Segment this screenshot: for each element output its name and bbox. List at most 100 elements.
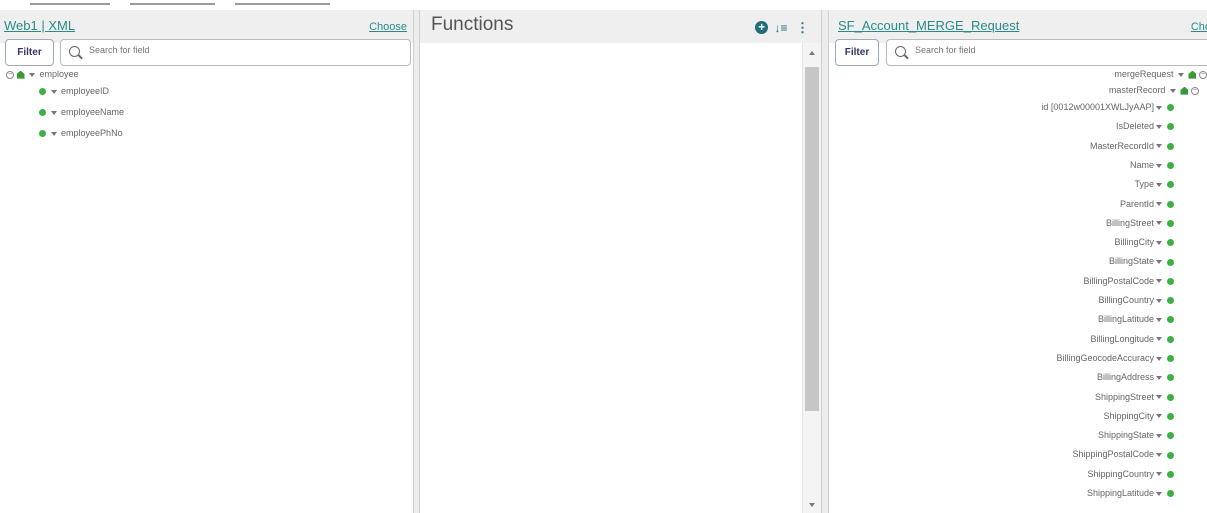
scroll-up-icon[interactable] bbox=[809, 51, 815, 55]
chevron-down-icon[interactable] bbox=[1156, 124, 1162, 129]
tree-node-label: ParentId bbox=[1119, 198, 1154, 209]
collapse-icon[interactable]: − bbox=[1199, 70, 1207, 79]
chevron-down-icon[interactable] bbox=[1156, 491, 1162, 496]
field-node-icon bbox=[39, 109, 46, 117]
tree-node-label: employee bbox=[39, 69, 79, 79]
tree-node-masterrecord[interactable]: masterRecord − bbox=[1109, 84, 1199, 97]
tree-node-field[interactable]: ShippingCountry bbox=[1087, 468, 1174, 481]
chevron-down-icon[interactable] bbox=[1177, 72, 1184, 77]
collapse-icon[interactable]: − bbox=[6, 70, 14, 79]
filter-button[interactable]: Filter bbox=[835, 39, 879, 66]
field-node-icon bbox=[39, 130, 46, 138]
search-icon bbox=[895, 46, 906, 57]
source-filter-row: Filter bbox=[5, 39, 411, 67]
tree-node-label: MasterRecordId bbox=[1089, 140, 1154, 151]
tree-node-employeephno[interactable]: employeePhNo bbox=[39, 127, 123, 140]
tree-node-field[interactable]: ParentId bbox=[1120, 198, 1174, 211]
field-node-icon bbox=[1167, 374, 1174, 382]
tree-node-label: BillingPostalCode bbox=[1083, 275, 1154, 286]
tree-node-field[interactable]: MasterRecordId bbox=[1090, 140, 1174, 153]
tab-indicator[interactable] bbox=[235, 3, 330, 5]
chevron-down-icon[interactable] bbox=[1156, 182, 1162, 187]
tree-node-field[interactable]: BillingPostalCode bbox=[1083, 275, 1174, 288]
chevron-down-icon[interactable] bbox=[1156, 472, 1162, 477]
tree-node-label: ShippingStreet bbox=[1094, 391, 1154, 402]
tree-node-field[interactable]: ShippingPostalCode bbox=[1072, 448, 1174, 461]
chevron-down-icon[interactable] bbox=[1156, 202, 1162, 207]
tree-node-label: BillingCity bbox=[1114, 237, 1154, 248]
search-input[interactable] bbox=[89, 45, 339, 55]
tree-node-field[interactable]: Name bbox=[1130, 159, 1174, 172]
group-node-icon bbox=[16, 70, 25, 79]
search-input[interactable] bbox=[915, 45, 1165, 55]
choose-source-link[interactable]: Choose bbox=[369, 21, 407, 33]
tree-node-field[interactable]: Type bbox=[1134, 178, 1174, 191]
filter-button[interactable]: Filter bbox=[5, 39, 54, 66]
chevron-down-icon[interactable] bbox=[1156, 433, 1162, 438]
target-search-box[interactable] bbox=[886, 39, 1207, 66]
scroll-down-icon[interactable] bbox=[809, 503, 815, 507]
tree-node-employeeid[interactable]: employeeID bbox=[39, 85, 109, 98]
tree-node-field[interactable]: BillingStreet bbox=[1106, 217, 1174, 230]
tree-node-mergerequest[interactable]: mergeRequest − bbox=[1114, 68, 1207, 81]
source-search-box[interactable] bbox=[60, 39, 411, 66]
chevron-down-icon[interactable] bbox=[29, 72, 36, 77]
tree-node-field[interactable]: id [0012w00001XWLJyAAP] bbox=[1041, 101, 1174, 114]
sort-icon[interactable]: ↓≡ bbox=[775, 21, 788, 35]
tree-node-field[interactable]: BillingCountry bbox=[1098, 294, 1174, 307]
chevron-down-icon[interactable] bbox=[1156, 105, 1162, 110]
tree-node-field[interactable]: ShippingStreet bbox=[1095, 391, 1174, 404]
scrollbar-thumb[interactable] bbox=[805, 67, 819, 411]
choose-target-link[interactable]: Cho bbox=[1191, 21, 1207, 33]
tree-node-label: BillingLatitude bbox=[1097, 314, 1154, 325]
chevron-down-icon[interactable] bbox=[1156, 395, 1162, 400]
tree-node-field[interactable]: ShippingCity bbox=[1103, 410, 1174, 423]
chevron-down-icon[interactable] bbox=[50, 131, 57, 136]
chevron-down-icon[interactable] bbox=[50, 110, 57, 115]
field-node-icon bbox=[1167, 451, 1174, 459]
tree-node-field[interactable]: BillingAddress bbox=[1097, 371, 1174, 384]
target-title-link[interactable]: SF_Account_MERGE_Request bbox=[838, 18, 1019, 33]
chevron-down-icon[interactable] bbox=[1156, 414, 1162, 419]
tree-node-label: employeeName bbox=[61, 107, 125, 117]
chevron-down-icon[interactable] bbox=[1156, 240, 1162, 245]
chevron-down-icon[interactable] bbox=[1156, 317, 1162, 322]
tree-node-field[interactable]: BillingGeocodeAccuracy bbox=[1056, 352, 1174, 365]
tree-node-label: BillingLongitude bbox=[1090, 333, 1154, 344]
kebab-menu-icon[interactable]: ⋮ bbox=[796, 20, 809, 36]
plus-circle-icon[interactable]: + bbox=[755, 21, 769, 35]
tree-node-label: ShippingPostalCode bbox=[1072, 449, 1154, 460]
tab-indicator[interactable] bbox=[130, 3, 215, 5]
chevron-down-icon[interactable] bbox=[1156, 163, 1162, 168]
tree-node-field[interactable]: BillingLatitude bbox=[1098, 313, 1174, 326]
chevron-down-icon[interactable] bbox=[1156, 356, 1162, 361]
chevron-down-icon[interactable] bbox=[1156, 298, 1162, 303]
tab-indicator[interactable] bbox=[30, 3, 110, 5]
chevron-down-icon[interactable] bbox=[1169, 88, 1176, 93]
tree-node-field[interactable]: BillingLongitude bbox=[1090, 333, 1174, 346]
tree-node-label: masterRecord bbox=[1108, 85, 1166, 95]
chevron-down-icon[interactable] bbox=[50, 89, 57, 94]
field-node-icon bbox=[1167, 316, 1174, 324]
chevron-down-icon[interactable] bbox=[1156, 375, 1162, 380]
collapse-icon[interactable]: − bbox=[1191, 86, 1199, 95]
chevron-down-icon[interactable] bbox=[1156, 144, 1162, 149]
field-node-icon bbox=[1167, 393, 1174, 401]
chevron-down-icon[interactable] bbox=[1156, 453, 1162, 458]
chevron-down-icon[interactable] bbox=[1156, 279, 1162, 284]
chevron-down-icon[interactable] bbox=[1156, 260, 1162, 265]
field-node-icon bbox=[1167, 490, 1174, 498]
chevron-down-icon[interactable] bbox=[1156, 337, 1162, 342]
tree-node-field[interactable]: IsDeleted bbox=[1116, 120, 1174, 133]
tree-node-field[interactable]: ShippingState bbox=[1098, 429, 1174, 442]
tree-node-employeename[interactable]: employeeName bbox=[39, 106, 124, 119]
tree-node-field[interactable]: BillingState bbox=[1109, 255, 1174, 268]
tree-node-field[interactable]: BillingCity bbox=[1114, 236, 1174, 249]
tree-node-field[interactable]: ShippingLatitude bbox=[1087, 487, 1174, 500]
chevron-down-icon[interactable] bbox=[1156, 221, 1162, 226]
field-node-icon bbox=[39, 88, 46, 96]
functions-scrollbar[interactable] bbox=[802, 43, 821, 513]
tree-node-employee[interactable]: − employee bbox=[6, 68, 79, 81]
field-node-icon bbox=[1167, 355, 1174, 363]
source-title-link[interactable]: Web1 | XML bbox=[4, 18, 75, 33]
